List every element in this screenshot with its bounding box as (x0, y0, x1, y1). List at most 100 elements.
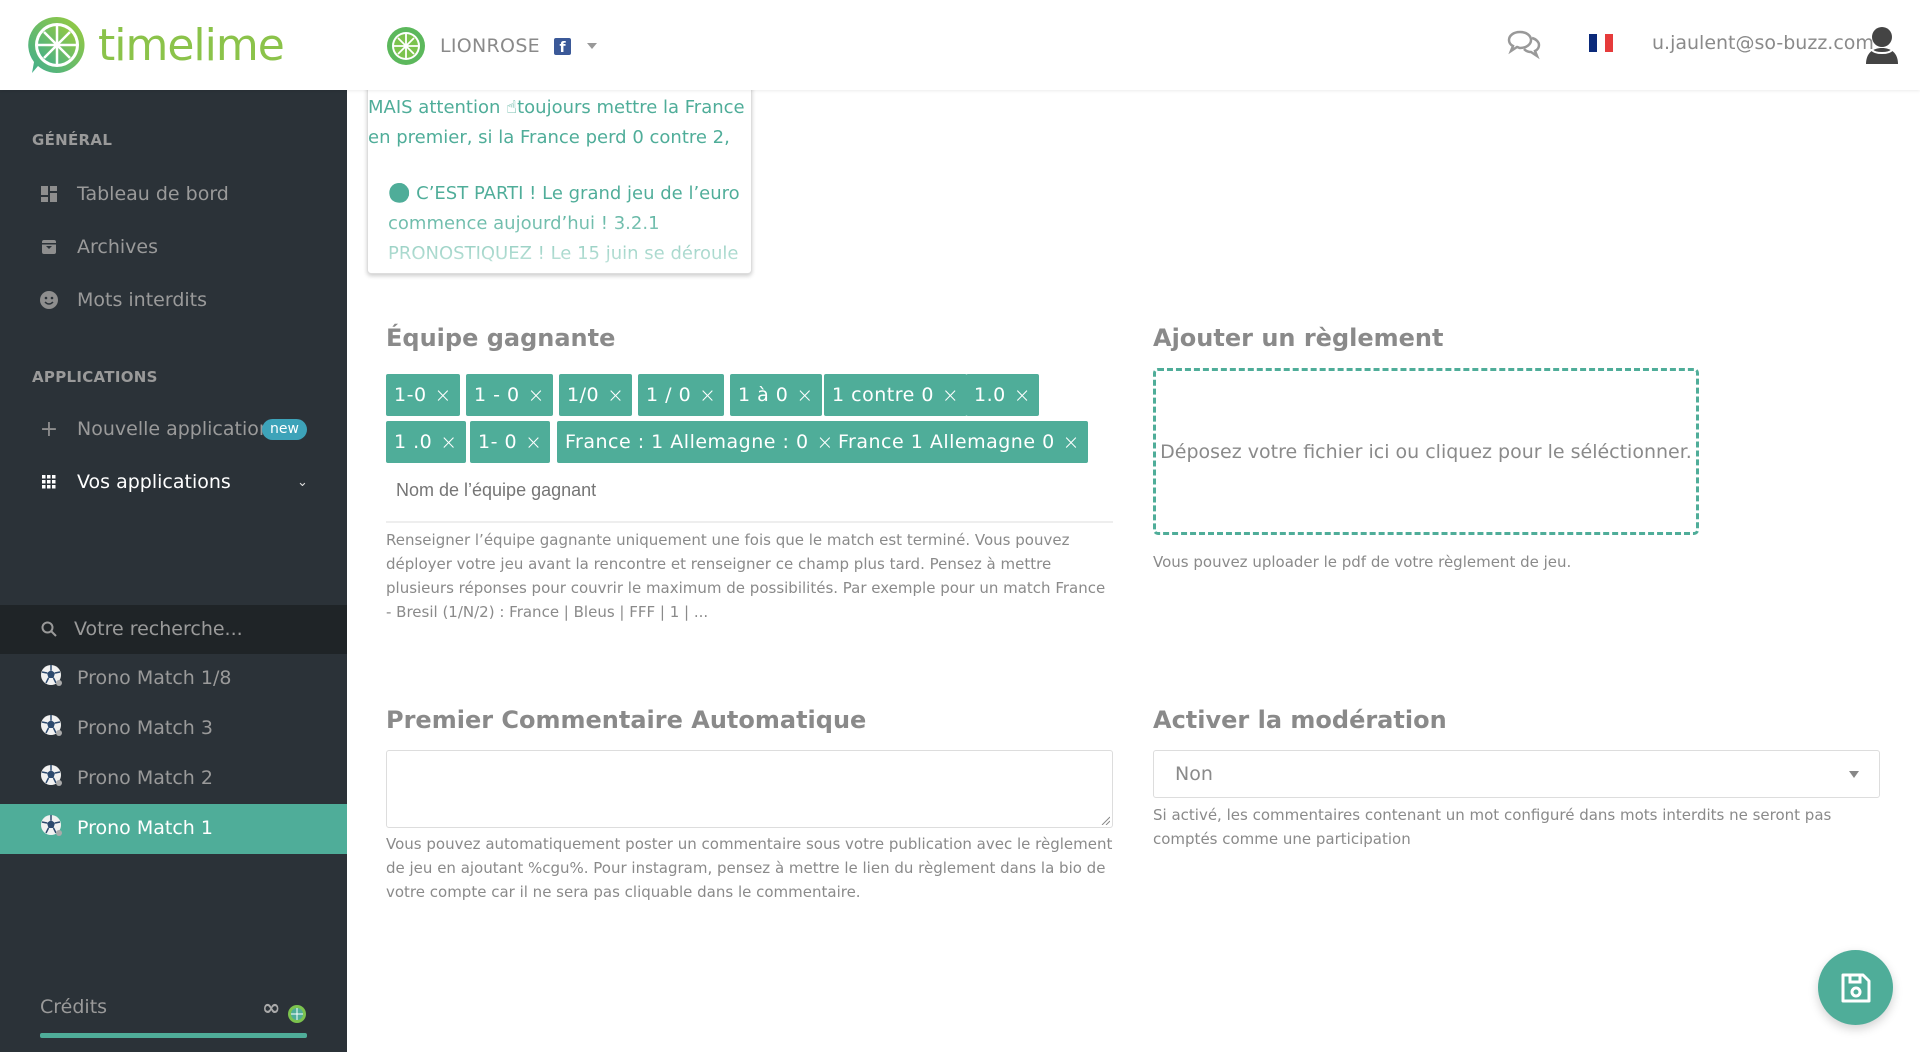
archive-icon (40, 238, 58, 256)
soccer-ball-icon (41, 665, 62, 686)
facebook-icon: f (553, 37, 571, 55)
rules-title: Ajouter un règlement (1153, 324, 1444, 352)
sidebar-item-label: Prono Match 3 (77, 717, 213, 739)
winning-team-title: Équipe gagnante (386, 324, 616, 352)
sidebar-item-label: Prono Match 2 (77, 767, 213, 789)
tag-label: 1 .0 (394, 431, 433, 453)
floppy-disk-icon (1841, 973, 1870, 1002)
soccer-ball-icon (41, 765, 62, 786)
preview-line: commence aujourd’hui ! 3.2.1 (388, 213, 660, 234)
moderation-select[interactable]: Non (1153, 750, 1880, 798)
tag-label: 1.0 (974, 384, 1006, 406)
close-icon[interactable]: × (1063, 430, 1080, 454)
close-icon[interactable]: × (942, 383, 959, 407)
user-avatar-icon[interactable] (1864, 26, 1900, 66)
account-name: LIONROSE (440, 35, 540, 57)
tag-chip: 1-0 × (386, 374, 460, 416)
tag-label: France : 1 Allemagne : 0 (565, 431, 809, 453)
chat-bubbles-icon[interactable] (1506, 28, 1542, 60)
sidebar: GÉNÉRAL Tableau de bord Archives Mots in… (0, 90, 347, 1052)
sidebar-item-label: Nouvelle application (77, 418, 271, 440)
caret-down-icon (1849, 771, 1859, 778)
preview-line: PRONOSTIQUEZ ! Le 15 juin se déroule (388, 243, 739, 264)
sidebar-item-label: Prono Match 1/8 (77, 667, 232, 689)
sidebar-item-label: Archives (77, 236, 158, 258)
chevron-down-icon[interactable] (586, 43, 597, 49)
preview-paragraph: ⚽ C’EST PARTI ! Le grand jeu de l’euro c… (388, 179, 743, 269)
auto-comment-textarea[interactable] (386, 750, 1113, 828)
plus-icon: + (39, 416, 59, 442)
sidebar-item-your-applications[interactable]: Vos applications ⌄ (0, 457, 347, 507)
rules-help: Vous pouvez uploader le pdf de votre règ… (1153, 553, 1572, 571)
france-flag-icon[interactable] (1589, 34, 1613, 52)
sidebar-item-label: Prono Match 1 (77, 817, 213, 839)
preview-line: ⚽ C’EST PARTI ! Le grand jeu de l’euro (388, 183, 740, 204)
close-icon[interactable]: × (440, 430, 457, 454)
input-underline (386, 521, 1113, 523)
account-switcher[interactable]: LIONROSE f (386, 26, 597, 66)
tag-chip: 1.0 × (966, 374, 1039, 416)
tag-label: 1 - 0 (474, 384, 520, 406)
sidebar-app-prono-match-1[interactable]: Prono Match 1 (0, 804, 347, 854)
tag-chip: 1/0 × (559, 374, 633, 416)
close-icon[interactable]: × (1014, 383, 1031, 407)
search-icon (40, 620, 58, 638)
search-input[interactable]: Votre recherche... (74, 618, 243, 640)
sidebar-item-dashboard[interactable]: Tableau de bord (0, 169, 347, 219)
moderation-title: Activer la modération (1153, 706, 1447, 734)
close-icon[interactable]: × (528, 383, 545, 407)
rules-dropzone[interactable]: Déposez votre fichier ici ou cliquez pou… (1153, 368, 1699, 535)
close-icon[interactable]: × (607, 383, 624, 407)
chevron-down-icon[interactable]: ⌄ (297, 475, 308, 490)
sidebar-item-label: Vos applications (77, 471, 231, 493)
lime-logo-icon (28, 16, 85, 73)
tag-label: 1 à 0 (738, 384, 789, 406)
lime-coin-icon (288, 1005, 306, 1023)
publication-preview[interactable]: kit supporter et un casque BEATS !! 🏆 🎫 … (367, 70, 752, 274)
credits-value: ∞ (262, 996, 281, 1021)
section-title-general: GÉNÉRAL (32, 131, 113, 149)
dashboard-icon (40, 185, 58, 203)
sidebar-app-prono-match-3[interactable]: Prono Match 3 (0, 704, 347, 754)
close-icon[interactable]: × (796, 383, 813, 407)
preview-line: en premier, si la France perd 0 contre 2… (368, 127, 730, 148)
save-button[interactable] (1818, 950, 1893, 1025)
preview-line: MAIS attention ☝toujours mettre la Franc… (368, 97, 745, 118)
tag-label: 1- 0 (478, 431, 518, 453)
section-title-applications: APPLICATIONS (32, 368, 158, 386)
tag-chip: 1 à 0 × (730, 374, 822, 416)
app-search[interactable]: Votre recherche... (0, 605, 347, 654)
tag-label: 1 / 0 (646, 384, 692, 406)
app-logo[interactable]: timelime (26, 14, 285, 76)
user-email[interactable]: u.jaulent@so-buzz.com (1652, 32, 1874, 54)
sidebar-app-prono-match-1-8[interactable]: Prono Match 1/8 (0, 654, 347, 704)
tag-label: 1-0 (394, 384, 427, 406)
tag-chip: 1 - 0 × (466, 374, 553, 416)
tag-label: France 1 Allemagne 0 (838, 431, 1055, 453)
sidebar-item-archives[interactable]: Archives (0, 222, 347, 272)
tag-chip: 1 / 0 × (638, 374, 725, 416)
sidebar-item-label: Tableau de bord (77, 183, 229, 205)
tag-label: 1 contre 0 (832, 384, 934, 406)
sidebar-item-forbidden-words[interactable]: Mots interdits (0, 275, 347, 325)
close-icon[interactable]: × (699, 383, 716, 407)
close-icon[interactable]: × (435, 383, 452, 407)
dropzone-text: Déposez votre fichier ici ou cliquez pou… (1160, 440, 1692, 463)
winning-team-input[interactable] (396, 480, 696, 501)
select-value: Non (1175, 763, 1213, 785)
soccer-ball-icon (41, 815, 62, 836)
tag-chip: 1- 0 × (470, 421, 551, 463)
tag-chip: 1 contre 0 × (824, 374, 968, 416)
new-badge: new (262, 418, 307, 440)
close-icon[interactable]: × (525, 430, 542, 454)
soccer-ball-icon (41, 715, 62, 736)
auto-comment-title: Premier Commentaire Automatique (386, 706, 867, 734)
app-name: timelime (98, 19, 285, 71)
tag-chip: France : 1 Allemagne : 0 × (557, 421, 842, 463)
resize-handle-icon[interactable] (1100, 815, 1110, 825)
sidebar-item-new-application[interactable]: + Nouvelle application new (0, 404, 347, 454)
grid-icon (40, 473, 58, 491)
top-header: timelime LIONROSE f u.jaulent@so-buzz.co… (0, 0, 1920, 90)
sidebar-item-label: Mots interdits (77, 289, 208, 311)
sidebar-app-prono-match-2[interactable]: Prono Match 2 (0, 754, 347, 804)
